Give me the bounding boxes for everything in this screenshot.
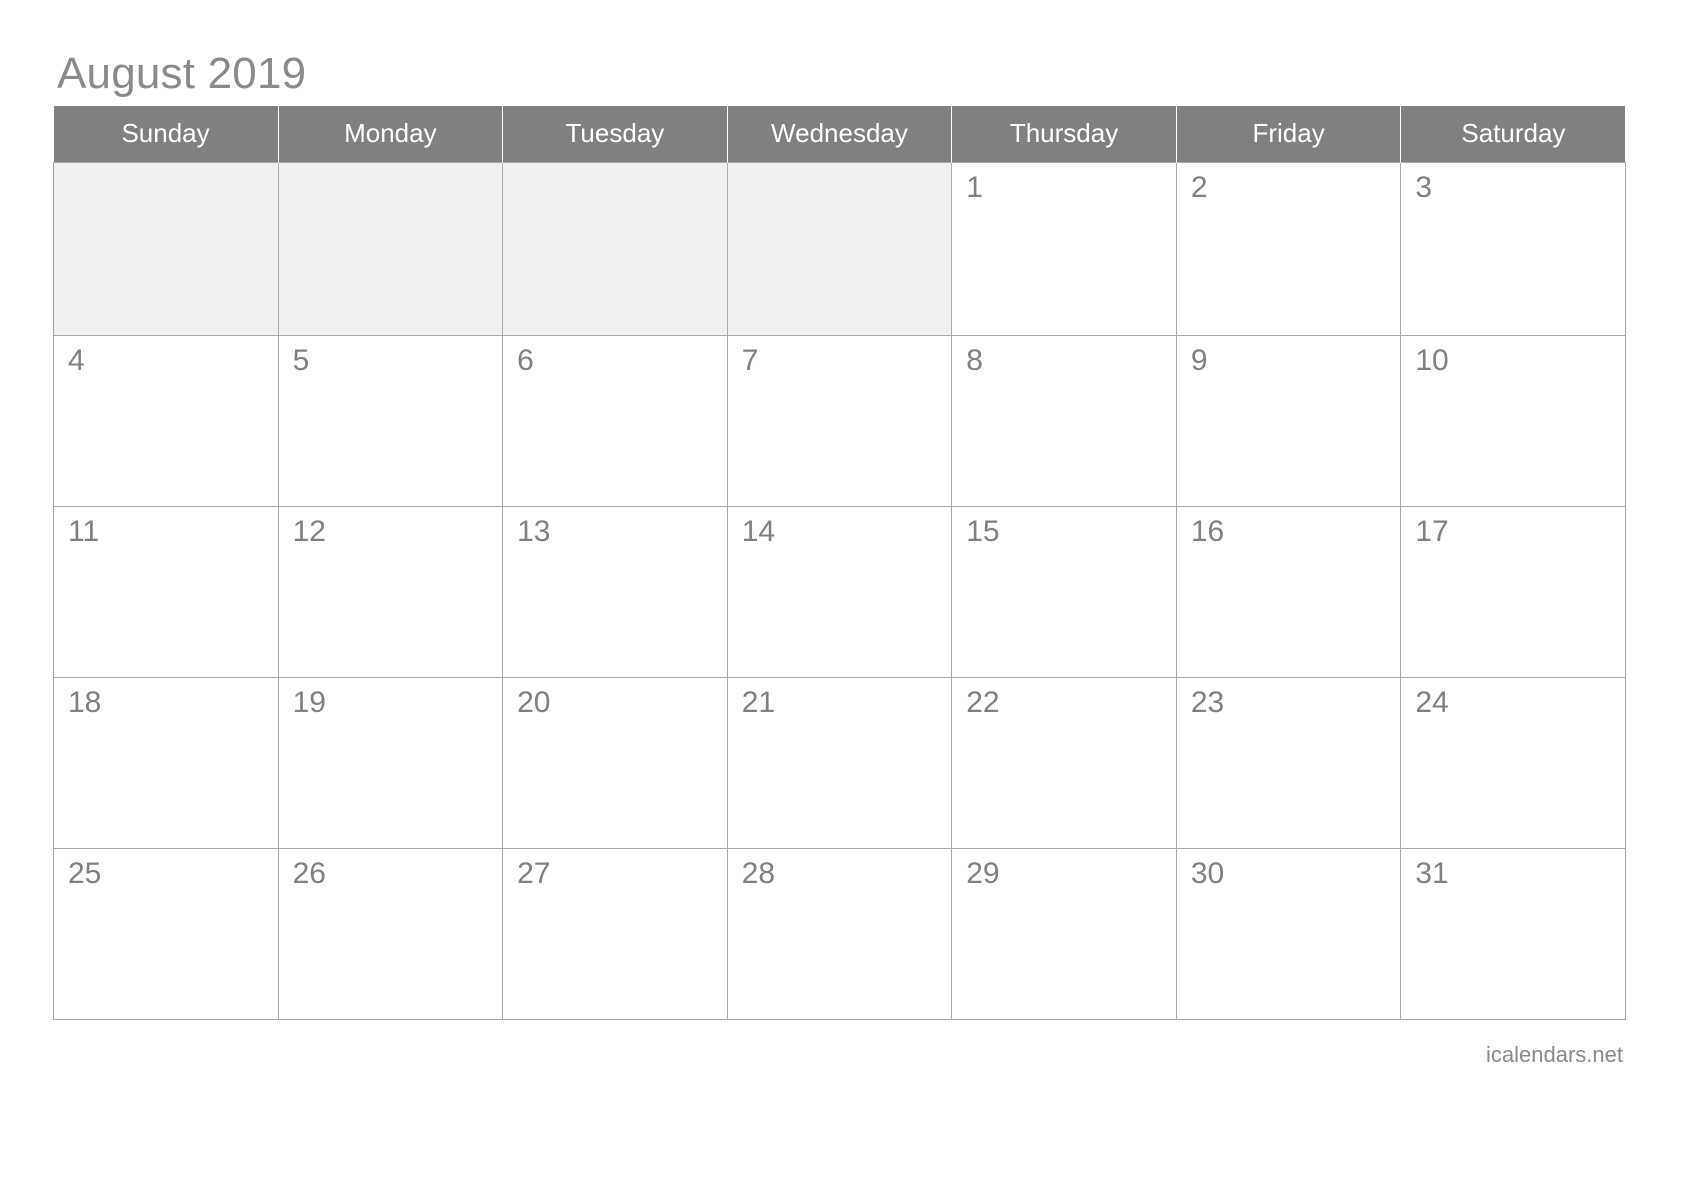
day-number: 16: [1190, 514, 1225, 548]
day-number: 23: [1190, 685, 1225, 719]
calendar-day-cell[interactable]: 2: [1175, 161, 1402, 336]
calendar-day-cell[interactable]: 22: [951, 676, 1177, 849]
calendar-day-cell[interactable]: 27: [502, 847, 728, 1020]
calendar-day-cell[interactable]: 12: [277, 505, 504, 678]
calendar-day-cell[interactable]: 29: [951, 847, 1177, 1020]
weekday-header-thursday: Thursday: [951, 106, 1177, 162]
calendar-day-cell[interactable]: 26: [277, 847, 504, 1020]
calendar-day-cell[interactable]: 11: [53, 505, 279, 678]
calendar-container: August 2019 Sunday Monday Tuesday Wednes…: [53, 48, 1626, 1068]
day-number: 14: [741, 514, 776, 548]
day-number: 28: [741, 856, 776, 890]
calendar-day-cell[interactable]: 24: [1400, 676, 1626, 849]
calendar-day-cell[interactable]: 25: [53, 847, 279, 1020]
day-number: 1: [966, 170, 983, 204]
calendar-day-cell[interactable]: [277, 161, 504, 336]
day-number: 27: [517, 856, 551, 890]
calendar-day-cell[interactable]: 8: [951, 334, 1177, 507]
day-number: 30: [1190, 856, 1225, 890]
calendar-day-cell[interactable]: 17: [1400, 505, 1626, 678]
page-title: August 2019: [57, 49, 307, 98]
calendar-week-row: 18 19 20 21 22 23 24: [53, 676, 1626, 849]
calendar-day-cell[interactable]: [53, 161, 279, 336]
day-number: 6: [517, 343, 534, 377]
calendar-day-cell[interactable]: 1: [951, 161, 1177, 336]
calendar-day-cell[interactable]: 3: [1400, 161, 1626, 336]
day-number: 15: [966, 514, 1000, 548]
calendar-page: August 2019 Sunday Monday Tuesday Wednes…: [0, 0, 1684, 1191]
day-number: 5: [292, 343, 310, 377]
calendar-day-cell[interactable]: 7: [726, 334, 953, 507]
calendar-day-cell[interactable]: 13: [502, 505, 728, 678]
calendar-day-cell[interactable]: 15: [951, 505, 1177, 678]
day-number: 3: [1415, 170, 1433, 204]
weekday-header-monday: Monday: [278, 106, 504, 162]
calendar-day-cell[interactable]: 4: [53, 334, 279, 507]
calendar-day-cell[interactable]: 5: [277, 334, 504, 507]
calendar-day-cell[interactable]: 31: [1400, 847, 1626, 1020]
calendar-day-cell[interactable]: [502, 161, 728, 336]
day-number: 4: [68, 343, 85, 377]
day-number: 24: [1415, 685, 1449, 719]
calendar-day-cell[interactable]: 10: [1400, 334, 1626, 507]
calendar-day-cell[interactable]: 21: [726, 676, 953, 849]
day-number: 8: [966, 343, 983, 377]
day-number: 26: [292, 856, 326, 890]
day-number: 31: [1415, 856, 1449, 890]
day-number: 18: [68, 685, 102, 719]
calendar-day-cell[interactable]: 20: [502, 676, 728, 849]
weekday-header-sunday: Sunday: [53, 106, 279, 162]
weekday-header-wednesday: Wednesday: [727, 106, 953, 162]
calendar-day-cell[interactable]: 19: [277, 676, 504, 849]
calendar-day-cell[interactable]: 16: [1175, 505, 1402, 678]
day-number: 2: [1190, 170, 1208, 204]
day-number: 29: [966, 856, 1000, 890]
calendar-grid: Sunday Monday Tuesday Wednesday Thursday…: [53, 106, 1626, 1020]
day-number: 21: [741, 685, 776, 719]
calendar-day-cell[interactable]: 6: [502, 334, 728, 507]
day-number: 7: [741, 343, 759, 377]
day-number: 19: [292, 685, 326, 719]
calendar-body: 1 2 3 4 5 6 7 8 9 10 11 12 13 14 15 16 1…: [53, 161, 1626, 1020]
weekday-header-saturday: Saturday: [1400, 106, 1626, 162]
day-number: 10: [1415, 343, 1449, 377]
calendar-week-row: 1 2 3: [53, 161, 1626, 336]
day-number: 12: [292, 514, 326, 548]
calendar-week-row: 25 26 27 28 29 30 31: [53, 847, 1626, 1020]
day-number: 17: [1415, 514, 1449, 548]
calendar-day-cell[interactable]: 23: [1175, 676, 1402, 849]
day-number: 25: [68, 856, 102, 890]
day-number: 9: [1190, 343, 1208, 377]
day-number: 13: [517, 514, 551, 548]
calendar-day-cell[interactable]: 30: [1175, 847, 1402, 1020]
weekday-header-friday: Friday: [1176, 106, 1402, 162]
calendar-day-cell[interactable]: 9: [1175, 334, 1402, 507]
source-attribution: icalendars.net: [1486, 1041, 1623, 1067]
calendar-week-row: 4 5 6 7 8 9 10: [53, 334, 1626, 507]
weekday-header-tuesday: Tuesday: [502, 106, 728, 162]
calendar-day-cell[interactable]: 28: [726, 847, 953, 1020]
day-number: 11: [68, 514, 100, 548]
calendar-week-row: 11 12 13 14 15 16 17: [53, 505, 1626, 678]
calendar-day-cell[interactable]: 18: [53, 676, 279, 849]
calendar-day-cell[interactable]: [726, 161, 953, 336]
calendar-header-row: Sunday Monday Tuesday Wednesday Thursday…: [53, 106, 1626, 162]
day-number: 22: [966, 685, 1000, 719]
calendar-day-cell[interactable]: 14: [726, 505, 953, 678]
day-number: 20: [517, 685, 551, 719]
